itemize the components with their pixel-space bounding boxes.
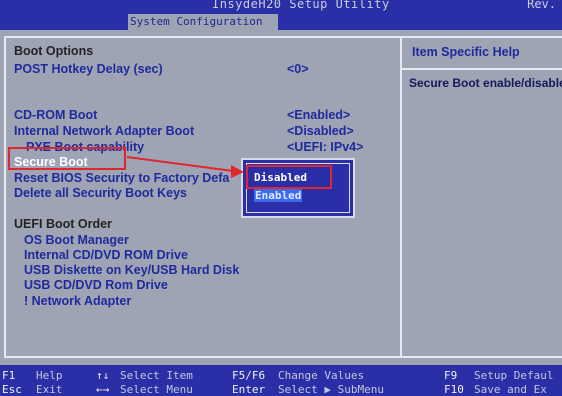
- key-enter: Enter: [232, 383, 266, 396]
- key-updown-desc: Select Item: [120, 369, 193, 382]
- network-adapter-boot-label[interactable]: Internal Network Adapter Boot: [14, 124, 194, 138]
- key-f9: F9: [444, 369, 458, 382]
- boot-order-item[interactable]: Internal CD/DVD ROM Drive: [24, 248, 188, 262]
- boot-options-heading: Boot Options: [14, 44, 94, 58]
- cdrom-boot-label[interactable]: CD-ROM Boot: [14, 108, 97, 122]
- key-esc: Esc: [2, 383, 22, 396]
- app-title: InsydeH20 Setup Utility: [212, 0, 390, 11]
- key-updown: ↑↓: [96, 369, 110, 382]
- help-separator: [402, 68, 562, 70]
- key-esc-desc: Exit: [36, 383, 63, 396]
- key-leftright: ←→: [96, 383, 110, 396]
- key-f5f6-desc: Change Values: [278, 369, 365, 382]
- boot-order-item[interactable]: OS Boot Manager: [24, 233, 129, 247]
- key-leftright-desc: Select Menu: [120, 383, 193, 396]
- key-f9-desc: Setup Defaul: [474, 369, 554, 382]
- secure-boot-highlight-box: [8, 147, 126, 170]
- tab-system-configuration[interactable]: System Configuration: [128, 14, 278, 30]
- key-f5f6: F5/F6: [232, 369, 266, 382]
- key-f10: F10: [444, 383, 464, 396]
- key-f10-desc: Save and Ex: [474, 383, 547, 396]
- network-adapter-boot-value[interactable]: <Disabled>: [287, 124, 354, 138]
- delete-security-keys-label[interactable]: Delete all Security Boot Keys: [14, 186, 187, 200]
- key-enter-desc: Select ▶ SubMenu: [278, 383, 384, 396]
- boot-order-item[interactable]: USB CD/DVD Rom Drive: [24, 278, 168, 292]
- disabled-option-highlight-box: [246, 165, 332, 189]
- cdrom-boot-value[interactable]: <Enabled>: [287, 108, 350, 122]
- option-enabled[interactable]: Enabled: [254, 189, 303, 202]
- uefi-boot-order-heading: UEFI Boot Order: [14, 217, 112, 231]
- key-f1-desc: Help: [36, 369, 63, 382]
- boot-order-item[interactable]: USB Diskette on Key/USB Hard Disk: [24, 263, 239, 277]
- help-title: Item Specific Help: [412, 45, 520, 59]
- reset-bios-security-label[interactable]: Reset BIOS Security to Factory Defa: [14, 171, 229, 185]
- pxe-boot-value[interactable]: <UEFI: IPv4>: [287, 140, 363, 154]
- post-hotkey-delay-value[interactable]: <0>: [287, 62, 309, 76]
- boot-order-item[interactable]: ! Network Adapter: [24, 294, 131, 308]
- key-f1: F1: [2, 369, 16, 382]
- revision-label: Rev.: [527, 0, 556, 11]
- panel-divider: [400, 36, 402, 358]
- post-hotkey-delay-label[interactable]: POST Hotkey Delay (sec): [14, 62, 163, 76]
- help-text: Secure Boot enable/disable: [409, 76, 562, 90]
